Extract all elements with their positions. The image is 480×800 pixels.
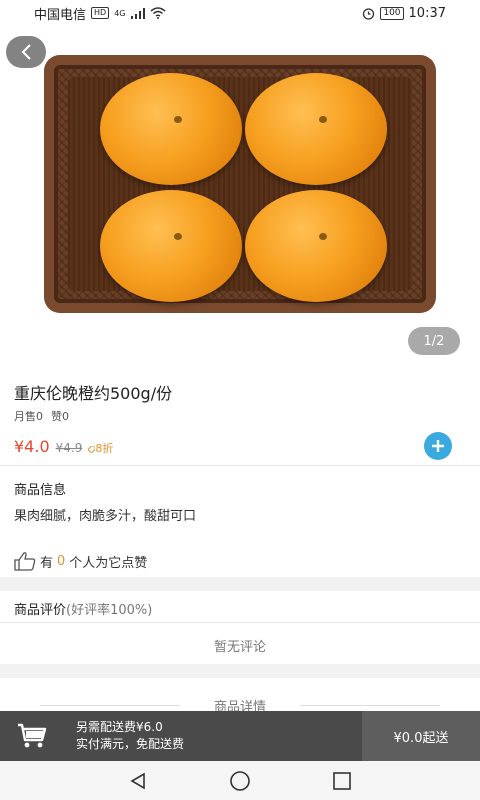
signal-icon <box>130 7 145 19</box>
clock: 10:37 <box>408 5 446 21</box>
delivery-fee: 另需配送费¥6.0 <box>76 720 163 734</box>
divider <box>0 465 480 466</box>
like-count: 0 <box>57 553 66 569</box>
like-suffix: 个人为它点赞 <box>69 555 148 571</box>
status-left: 中国电信 HD 4G <box>34 4 166 23</box>
nav-home-button[interactable] <box>228 769 252 793</box>
battery-indicator: 100 <box>380 6 404 20</box>
min-order-button[interactable]: ¥0.0起送 <box>362 711 480 761</box>
orange-image <box>245 73 387 185</box>
reviews-header[interactable]: 商品评价(好评率100%) <box>14 599 152 618</box>
shopping-cart-icon <box>18 723 47 748</box>
product-title: 重庆伦晚橙约500g/份 <box>14 384 173 403</box>
info-section-title: 商品信息 <box>14 483 67 498</box>
cart-bar: 另需配送费¥6.0 实付满元，免配送费 ¥0.0起送 <box>0 711 480 761</box>
alarm-icon <box>363 7 375 20</box>
original-price: ¥4.9 <box>55 441 83 455</box>
orange-image <box>100 73 242 185</box>
status-bar: 中国电信 HD 4G 100 10:37 <box>0 0 480 26</box>
divider <box>0 622 480 623</box>
carrier-name: 中国电信 <box>34 7 87 23</box>
orange-image <box>245 190 387 302</box>
back-button[interactable] <box>6 36 46 68</box>
add-to-cart-button[interactable] <box>424 432 452 460</box>
system-nav-bar <box>0 761 480 800</box>
like-prefix: 有 <box>40 555 54 571</box>
nav-recents-button[interactable] <box>330 769 354 793</box>
square-recents-icon <box>333 771 351 790</box>
section-gap <box>0 664 480 678</box>
section-gap <box>0 577 480 591</box>
like-row[interactable]: 有 0 个人为它点赞 <box>14 551 147 571</box>
chevron-left-icon <box>21 44 31 60</box>
product-description: 果肉细腻，肉脆多汁，酸甜可口 <box>14 509 197 524</box>
cart-button[interactable] <box>0 711 64 761</box>
reviews-title: 商品评价 <box>14 603 67 618</box>
triangle-back-icon <box>130 772 145 789</box>
thumbs-up-icon[interactable] <box>14 551 36 571</box>
discount-badge: 8折 <box>87 440 114 456</box>
like-total: 赞0 <box>51 410 69 423</box>
current-price: ¥4.0 <box>14 437 50 456</box>
image-pager: 1/2 <box>408 327 460 355</box>
orange-image <box>100 190 242 302</box>
product-image-carousel[interactable]: 1/2 <box>0 0 480 370</box>
circle-home-icon <box>230 770 250 791</box>
delivery-info: 另需配送费¥6.0 实付满元，免配送费 <box>64 711 362 761</box>
status-right: 100 10:37 <box>362 6 446 21</box>
price-row: ¥4.0 ¥4.9 8折 <box>14 437 113 456</box>
wifi-icon <box>150 7 165 19</box>
free-delivery-note: 实付满元，免配送费 <box>76 737 185 751</box>
discount-text: 8折 <box>95 442 114 455</box>
network-type: 4G <box>114 8 126 18</box>
nav-back-button[interactable] <box>126 769 150 793</box>
empty-reviews-text: 暂无评论 <box>213 640 266 655</box>
plus-icon <box>432 440 444 452</box>
review-rate: (好评率100%) <box>66 603 153 618</box>
product-stats: 月售0 赞0 <box>14 408 69 424</box>
monthly-sales: 月售0 <box>14 410 43 423</box>
hd-badge: HD <box>91 7 110 19</box>
